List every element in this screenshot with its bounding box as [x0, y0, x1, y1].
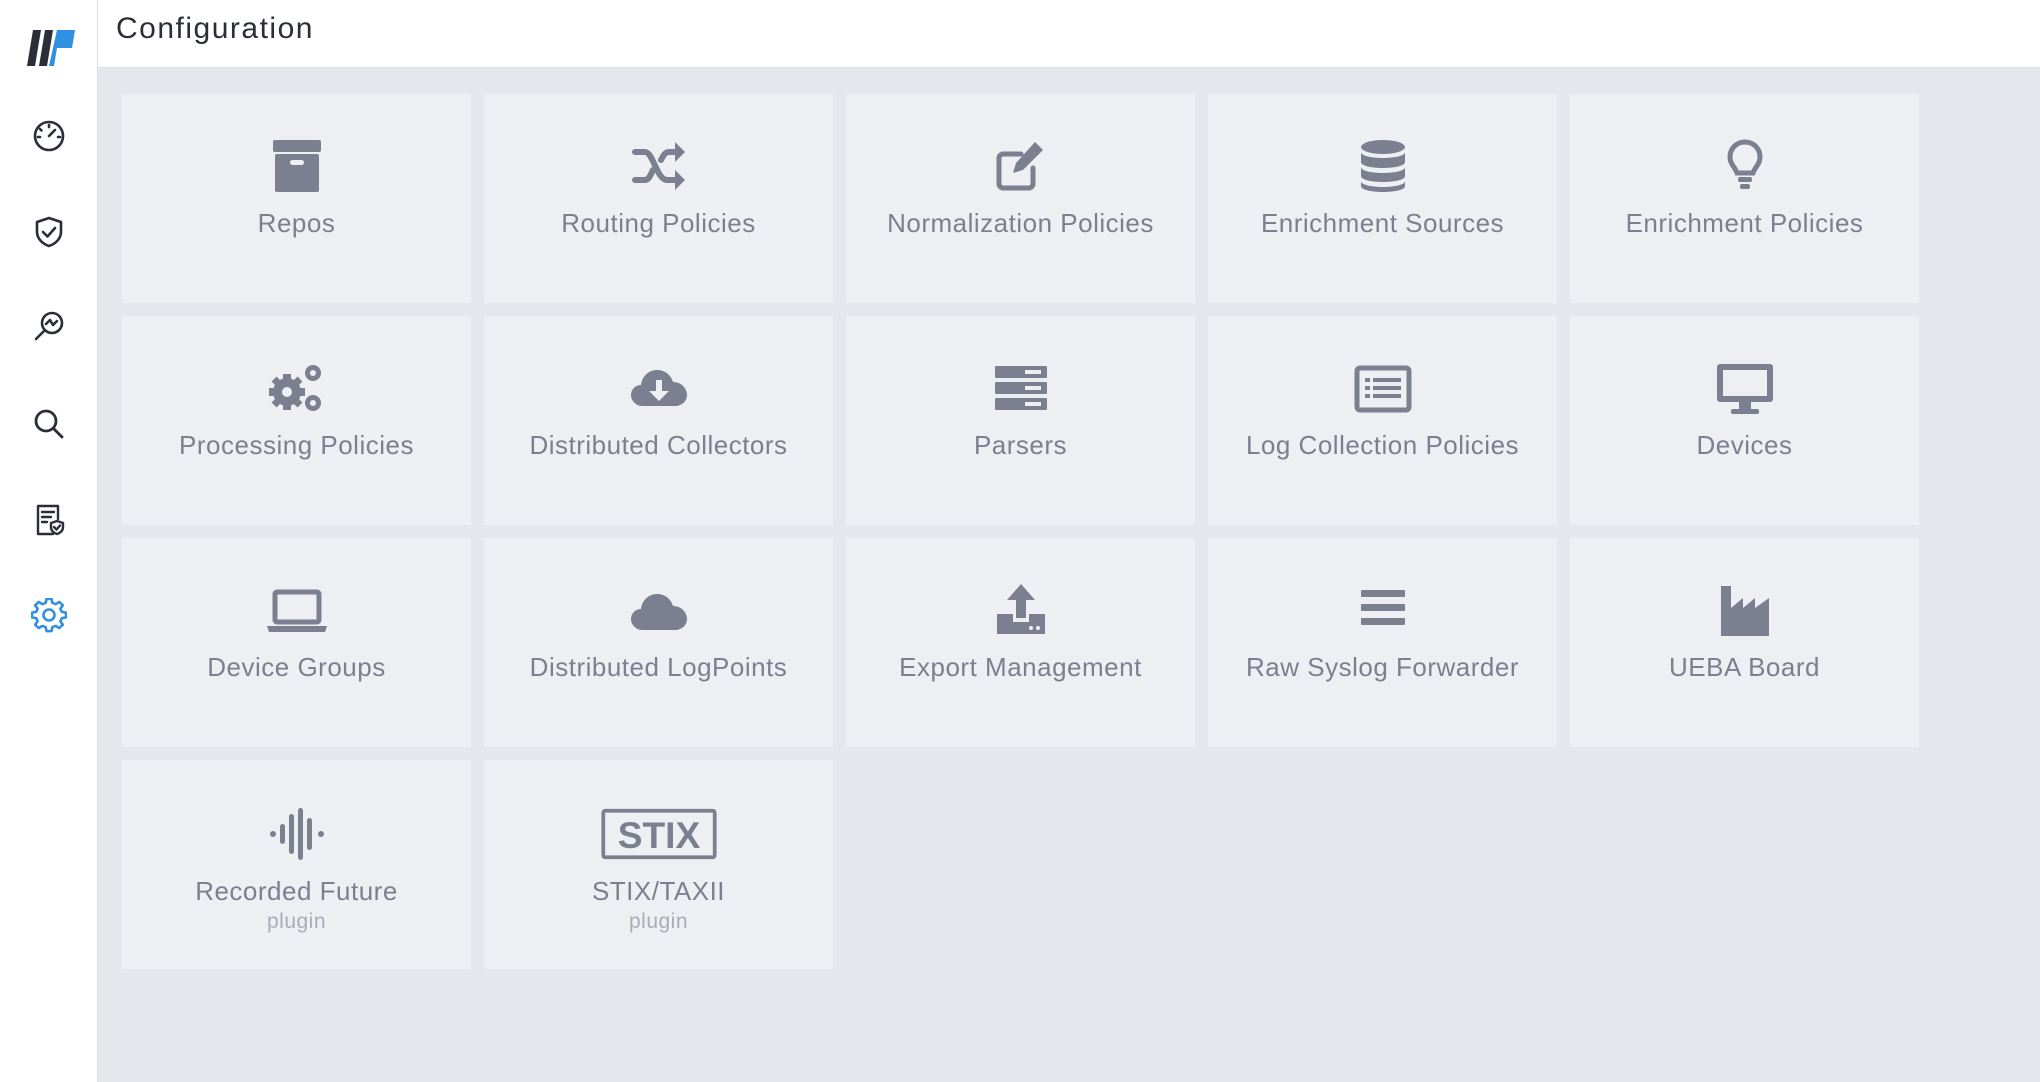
- card-devices[interactable]: Devices: [1570, 316, 1919, 525]
- card-label: Raw Syslog Forwarder: [1246, 652, 1519, 682]
- laptop-icon: [266, 589, 327, 632]
- nav-item-settings[interactable]: [0, 586, 98, 646]
- monitor-icon: [1716, 364, 1773, 414]
- card-label: Routing Policies: [561, 208, 756, 238]
- gauge-icon: [33, 120, 65, 152]
- magnify-chart-icon: [34, 311, 64, 341]
- list-window-icon: [1354, 365, 1411, 413]
- card-label: Enrichment Sources: [1260, 208, 1505, 238]
- card-label: Repos: [257, 208, 336, 238]
- card-label: STIX/TAXII: [591, 876, 726, 906]
- page-title: Configuration: [116, 12, 314, 45]
- server-icon: [994, 366, 1047, 410]
- card-repos[interactable]: Repos: [122, 94, 471, 303]
- upload-icon: [996, 584, 1045, 634]
- card-recorded-future[interactable]: Recorded Future plugin: [122, 760, 471, 969]
- nav-item-search-analytics[interactable]: [0, 297, 98, 357]
- card-label: Distributed LogPoints: [529, 652, 788, 682]
- card-parsers[interactable]: Parsers: [846, 316, 1195, 525]
- nav-item-incidents[interactable]: [0, 202, 98, 262]
- card-label: Recorded Future: [195, 876, 398, 906]
- waveform-icon: [269, 808, 324, 860]
- nav-item-dashboard[interactable]: [0, 106, 98, 166]
- card-label: Log Collection Policies: [1245, 430, 1520, 460]
- nav-item-reports[interactable]: [0, 490, 98, 550]
- card-label: Processing Policies: [179, 430, 414, 460]
- shield-check-icon: [35, 216, 63, 248]
- edit-icon: [996, 142, 1043, 191]
- card-routing-policies[interactable]: Routing Policies: [484, 94, 833, 303]
- database-icon: [1360, 140, 1405, 192]
- logopoint-logo[interactable]: [27, 26, 77, 70]
- card-device-groups[interactable]: Device Groups: [122, 538, 471, 747]
- card-label: Device Groups: [207, 652, 386, 682]
- card-distributed-logpoints[interactable]: Distributed LogPoints: [484, 538, 833, 747]
- card-label: Export Management: [899, 652, 1142, 682]
- card-stix-taxii[interactable]: STIX STIX/TAXII plugin: [484, 760, 833, 969]
- bars-icon: [1360, 590, 1405, 625]
- card-ueba-board[interactable]: UEBA Board: [1570, 538, 1919, 747]
- card-export-management[interactable]: Export Management: [846, 538, 1195, 747]
- card-sublabel: plugin: [266, 910, 327, 933]
- nav-item-search[interactable]: [0, 394, 98, 454]
- card-distributed-collectors[interactable]: Distributed Collectors: [484, 316, 833, 525]
- card-log-collection-policies[interactable]: Log Collection Policies: [1208, 316, 1557, 525]
- card-label: Enrichment Policies: [1625, 208, 1864, 238]
- sidebar: [0, 0, 98, 1082]
- card-raw-syslog-forwarder[interactable]: Raw Syslog Forwarder: [1208, 538, 1557, 747]
- lightbulb-icon: [1726, 139, 1763, 189]
- card-label: UEBA Board: [1669, 652, 1820, 682]
- cloud-icon: [630, 594, 687, 630]
- card-processing-policies[interactable]: Processing Policies: [122, 316, 471, 525]
- card-label: Normalization Policies: [887, 208, 1154, 238]
- search-icon: [34, 409, 64, 439]
- card-label: Parsers: [973, 430, 1068, 460]
- cloud-download-icon: [630, 370, 687, 406]
- report-shield-icon: [36, 504, 65, 536]
- header: Configuration: [98, 0, 2040, 68]
- card-sublabel: plugin: [628, 910, 689, 933]
- archive-box-icon: [272, 140, 321, 192]
- card-label: Devices: [1696, 430, 1793, 460]
- card-label: Distributed Collectors: [529, 430, 788, 460]
- stix-logo: STIX: [600, 808, 717, 860]
- factory-icon: [1720, 586, 1769, 636]
- card-normalization-policies[interactable]: Normalization Policies: [846, 94, 1195, 303]
- gear-icon: [31, 598, 67, 633]
- stix-logo-text: STIX: [617, 814, 700, 856]
- card-enrichment-policies[interactable]: Enrichment Policies: [1570, 94, 1919, 303]
- card-enrichment-sources[interactable]: Enrichment Sources: [1208, 94, 1557, 303]
- shuffle-icon: [631, 142, 685, 190]
- gears-icon: [268, 365, 321, 411]
